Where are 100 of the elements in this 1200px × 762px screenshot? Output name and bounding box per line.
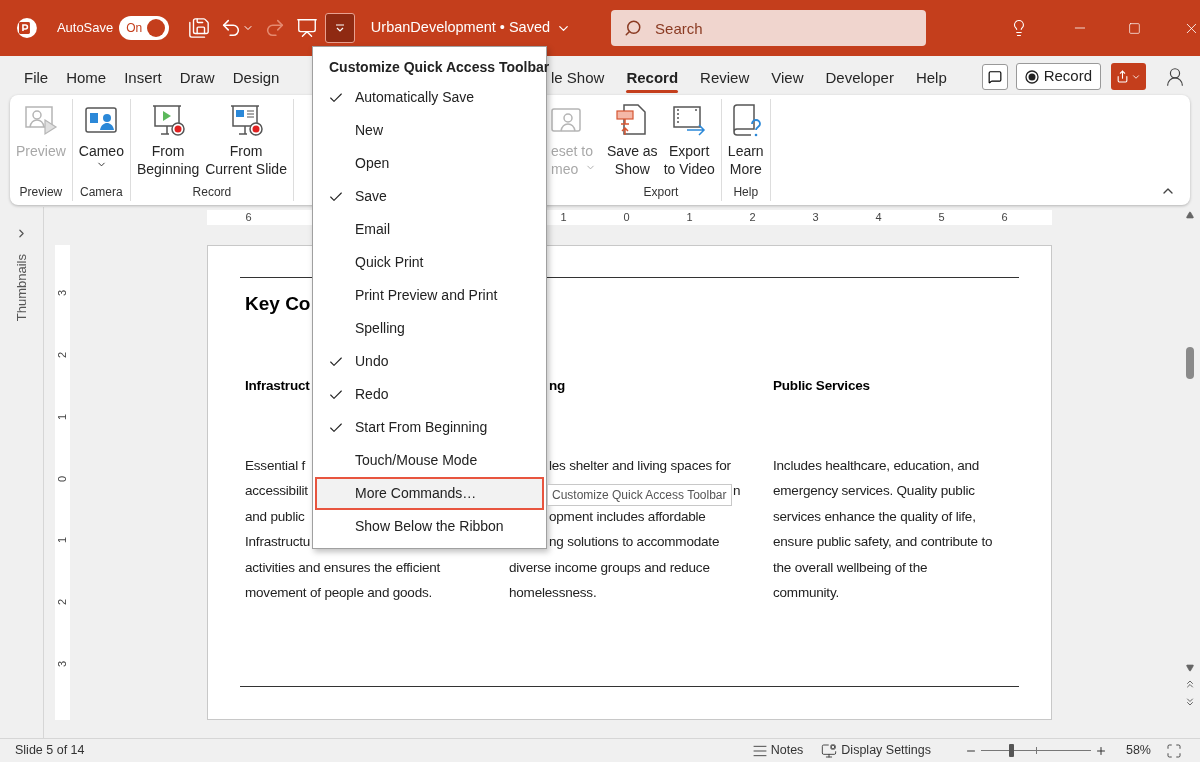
zoom-percent[interactable]: 58% — [1125, 741, 1151, 760]
ribbon-button[interactable]: From Current Slide — [203, 99, 289, 183]
customize-toolbar-button[interactable] — [325, 13, 355, 43]
menu-item[interactable]: Show Below the Ribbon — [315, 510, 544, 543]
body-text: ensure public safety, and contribute to — [773, 533, 993, 552]
ruler-number: 2 — [56, 351, 69, 358]
column-heading: Infrastruct — [245, 377, 310, 395]
ribbon-tab[interactable]: File — [18, 63, 55, 93]
ruler-number: 6 — [1001, 210, 1008, 226]
person-icon[interactable] — [1164, 65, 1186, 88]
share-icon — [1116, 70, 1129, 83]
ribbon-button[interactable]: Cameo — [76, 99, 126, 183]
ribbon-button[interactable]: Learn More — [725, 99, 766, 183]
ruler-number: 1 — [560, 210, 567, 226]
slide-title: Key Co — [245, 292, 311, 316]
body-text: and public — [245, 507, 305, 526]
ruler-number: 3 — [56, 289, 69, 297]
body-text: Infrastructu — [245, 533, 311, 552]
body-text: opment includes affordable — [549, 507, 706, 526]
ribbon-button[interactable]: From Beginning — [134, 99, 202, 183]
ruler-number: 1 — [56, 537, 69, 544]
group-label: Camera — [79, 184, 124, 201]
ribbon-tab[interactable]: le Show — [551, 63, 611, 93]
column-heading: ng — [549, 377, 566, 395]
ribbon-tab[interactable]: Review — [694, 63, 756, 93]
scroll-thumb[interactable] — [1186, 347, 1194, 379]
maximize-icon[interactable] — [1128, 21, 1142, 35]
scroll-up-icon[interactable] — [1186, 211, 1194, 219]
menu-item[interactable]: Redo — [315, 378, 544, 411]
record-button[interactable]: Record — [1015, 63, 1101, 90]
screen-person-icon — [551, 108, 581, 132]
scroll-down-icon[interactable] — [1186, 664, 1194, 672]
body-text: emergency services. Quality public — [773, 482, 975, 501]
ruler-number: 3 — [812, 210, 819, 226]
ribbon-tab[interactable]: Draw — [173, 63, 221, 93]
ribbon-tab[interactable]: Record — [620, 63, 685, 93]
body-text: les shelter and living spaces for — [549, 456, 731, 475]
document-title[interactable]: UrbanDevelopment • Saved — [370, 17, 572, 39]
body-text: homelessness. — [509, 584, 597, 603]
share-button[interactable] — [1111, 63, 1146, 90]
autosave-toggle[interactable]: On — [119, 16, 169, 40]
search-icon — [624, 19, 643, 37]
record-icon — [1024, 69, 1039, 84]
menu-item[interactable]: More Commands… — [315, 477, 544, 510]
body-text: accessibilit — [245, 482, 308, 501]
monitor-gear-icon — [821, 742, 838, 759]
body-text: diverse income groups and reduce — [509, 558, 710, 577]
ribbon-tab[interactable]: Design — [226, 63, 286, 93]
ribbon-tab[interactable]: Help — [909, 63, 953, 93]
ribbon-button[interactable]: Export to Video — [661, 99, 717, 183]
ruler-number: 2 — [749, 210, 756, 226]
slide-counter: Slide 5 of 14 — [15, 742, 85, 760]
search-field[interactable]: Search — [611, 10, 927, 46]
column-heading: Public Services — [773, 377, 870, 395]
ruler-number: 5 — [938, 210, 945, 226]
ruler-number: 0 — [623, 210, 630, 226]
ribbon-button[interactable]: Save as Show — [605, 99, 660, 183]
ribbon-tab[interactable]: Developer — [819, 63, 900, 93]
presentation-icon[interactable] — [296, 17, 318, 39]
ribbon-tab[interactable]: View — [765, 63, 810, 93]
next-slide-icon[interactable] — [1184, 696, 1196, 708]
save-icon[interactable] — [188, 17, 210, 39]
undo-icon[interactable] — [220, 17, 242, 39]
group-label: Export — [642, 184, 680, 201]
ribbon-tab[interactable]: Insert — [118, 63, 168, 93]
comments-button[interactable] — [981, 63, 1008, 90]
menu-item[interactable]: Start From Beginning — [315, 411, 544, 444]
body-text: community. — [773, 584, 839, 603]
menu-item[interactable]: Save — [315, 180, 544, 213]
notes-button[interactable]: Notes — [751, 741, 804, 760]
thumbnails-label: Thumbnails — [12, 254, 30, 322]
projector-record-icon — [150, 102, 187, 138]
comment-icon — [987, 69, 1002, 84]
menu-item[interactable]: Email — [315, 213, 544, 246]
zoom-slider[interactable] — [980, 743, 1091, 758]
body-text: n — [733, 482, 741, 501]
ruler-number: 1 — [686, 210, 693, 226]
thumbnails-pane[interactable]: Thumbnails — [0, 207, 44, 738]
display-settings-button[interactable]: Display Settings — [821, 741, 931, 760]
ribbon-tab[interactable]: Home — [60, 63, 113, 93]
app-logo-icon — [16, 17, 38, 39]
body-text: movement of people and goods. — [245, 584, 433, 603]
menu-item[interactable]: Print Preview and Print — [315, 279, 544, 312]
menu-item[interactable]: New — [315, 114, 544, 147]
body-text: Includes healthcare, education, and — [773, 456, 980, 475]
zoom-thumb[interactable] — [1008, 744, 1014, 757]
body-text: ng solutions to accommodate — [549, 533, 720, 552]
menu-item[interactable]: Open — [315, 147, 544, 180]
body-text: Essential f — [245, 456, 306, 475]
zoom-in-icon[interactable] — [1094, 744, 1107, 757]
caret-icon — [334, 23, 345, 33]
autosave-label: AutoSave — [56, 19, 114, 38]
menu-item[interactable]: Automatically Save — [315, 81, 544, 114]
ruler-number: 4 — [875, 210, 882, 226]
group-label: Help — [732, 184, 760, 201]
menu-item[interactable]: Touch/Mouse Mode — [315, 444, 544, 477]
menu-item[interactable]: Spelling — [315, 312, 544, 345]
menu-item[interactable]: Quick Print — [315, 246, 544, 279]
previous-slide-icon[interactable] — [1184, 678, 1196, 690]
menu-item[interactable]: Undo — [315, 345, 544, 378]
